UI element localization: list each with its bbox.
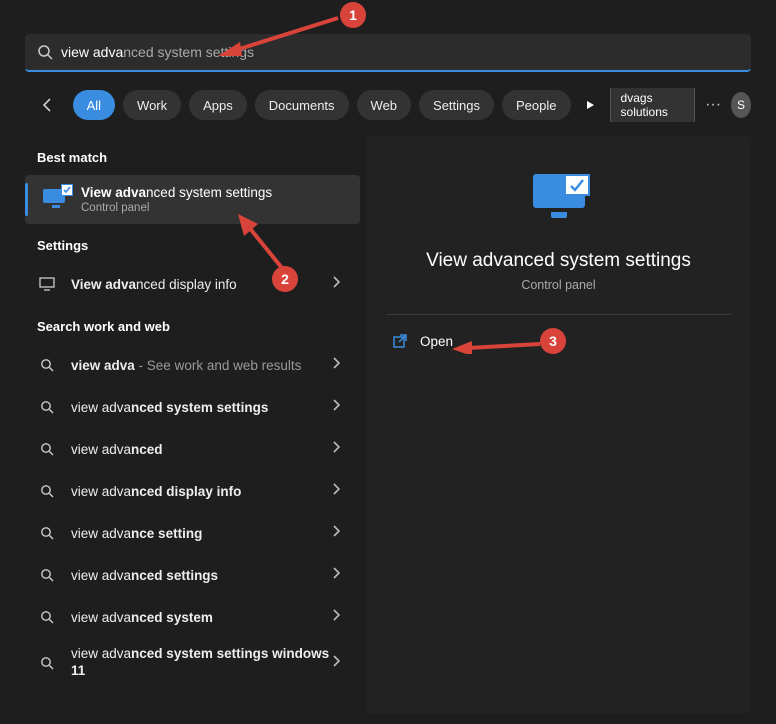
chevron-right-icon bbox=[332, 608, 348, 626]
filter-tab-all[interactable]: All bbox=[73, 90, 115, 120]
filter-more-button[interactable] bbox=[579, 90, 602, 120]
best-match-title: View advanced system settings bbox=[81, 185, 272, 200]
chevron-right-icon bbox=[332, 654, 348, 672]
details-app-icon bbox=[528, 174, 590, 232]
details-subtitle: Control panel bbox=[366, 278, 751, 292]
section-work-web-label: Search work and web bbox=[25, 305, 360, 344]
search-icon bbox=[37, 484, 57, 498]
section-best-match-label: Best match bbox=[25, 136, 360, 175]
best-match-subtitle: Control panel bbox=[81, 202, 272, 214]
filter-tab-settings[interactable]: Settings bbox=[419, 90, 494, 120]
play-right-icon bbox=[584, 99, 596, 111]
search-suggestion-text: view advanced settings bbox=[71, 568, 332, 583]
chevron-right-icon bbox=[332, 275, 348, 293]
open-action-label: Open bbox=[420, 334, 453, 349]
filter-tab-web[interactable]: Web bbox=[357, 90, 412, 120]
results-left-panel: Best match View advanced system settings… bbox=[25, 136, 360, 714]
filter-tab-apps[interactable]: Apps bbox=[189, 90, 247, 120]
avatar[interactable]: S bbox=[731, 92, 751, 118]
chevron-right-icon bbox=[332, 524, 348, 542]
search-icon bbox=[37, 442, 57, 456]
more-options-button[interactable]: ··· bbox=[703, 96, 723, 114]
selection-indicator bbox=[25, 183, 28, 216]
details-title: View advanced system settings bbox=[366, 250, 751, 272]
search-suggestion-row[interactable]: view advanced settings bbox=[25, 554, 360, 596]
search-suggestion-text: view advanced bbox=[71, 442, 332, 457]
chevron-right-icon bbox=[332, 356, 348, 374]
search-suggestion-row[interactable]: view advance setting bbox=[25, 512, 360, 554]
search-icon bbox=[37, 568, 57, 582]
search-suggestion-row[interactable]: view advanced bbox=[25, 428, 360, 470]
filter-row: All Work Apps Documents Web Settings Peo… bbox=[36, 88, 751, 122]
filter-tab-documents[interactable]: Documents bbox=[255, 90, 349, 120]
org-chip[interactable]: dvags solutions bbox=[610, 88, 696, 122]
display-icon bbox=[37, 277, 57, 291]
search-icon bbox=[37, 358, 57, 372]
search-icon bbox=[37, 400, 57, 414]
search-suggestion-text: view advanced system settings bbox=[71, 400, 332, 415]
open-external-icon bbox=[392, 333, 408, 349]
search-icon bbox=[37, 610, 57, 624]
search-suggestion-text: view advance setting bbox=[71, 526, 332, 541]
search-icon bbox=[37, 656, 57, 670]
filter-tab-people[interactable]: People bbox=[502, 90, 570, 120]
settings-result-row[interactable]: View advanced display info bbox=[25, 263, 360, 305]
divider bbox=[386, 314, 731, 315]
section-settings-label: Settings bbox=[25, 224, 360, 263]
details-panel: View advanced system settings Control pa… bbox=[366, 136, 751, 714]
search-icon bbox=[37, 526, 57, 540]
settings-result-text: View advanced display info bbox=[71, 277, 332, 292]
chevron-right-icon bbox=[332, 482, 348, 500]
search-suggestion-text: view advanced system settings windows 11 bbox=[71, 646, 332, 680]
search-input-text: view advanced system settings bbox=[61, 44, 254, 60]
back-button[interactable] bbox=[36, 89, 61, 121]
search-icon bbox=[37, 44, 53, 60]
search-suggestion-row[interactable]: view adva - See work and web results bbox=[25, 344, 360, 386]
search-suggestion-text: view advanced display info bbox=[71, 484, 332, 499]
search-suggestion-text: view advanced system bbox=[71, 610, 332, 625]
chevron-right-icon bbox=[332, 566, 348, 584]
chevron-right-icon bbox=[332, 440, 348, 458]
search-suggestion-row[interactable]: view advanced system bbox=[25, 596, 360, 638]
arrow-left-icon bbox=[39, 96, 57, 114]
search-suggestion-row[interactable]: view advanced display info bbox=[25, 470, 360, 512]
best-match-result[interactable]: View advanced system settings Control pa… bbox=[25, 175, 360, 224]
search-bar[interactable]: view advanced system settings bbox=[25, 34, 751, 72]
chevron-right-icon bbox=[332, 398, 348, 416]
search-suggestion-row[interactable]: view advanced system settings bbox=[25, 386, 360, 428]
monitor-settings-icon bbox=[43, 189, 69, 211]
filter-tab-work[interactable]: Work bbox=[123, 90, 181, 120]
callout-1: 1 bbox=[340, 2, 366, 28]
open-action[interactable]: Open bbox=[366, 323, 751, 359]
search-suggestion-text: view adva - See work and web results bbox=[71, 358, 332, 373]
search-suggestion-row[interactable]: view advanced system settings windows 11 bbox=[25, 638, 360, 688]
